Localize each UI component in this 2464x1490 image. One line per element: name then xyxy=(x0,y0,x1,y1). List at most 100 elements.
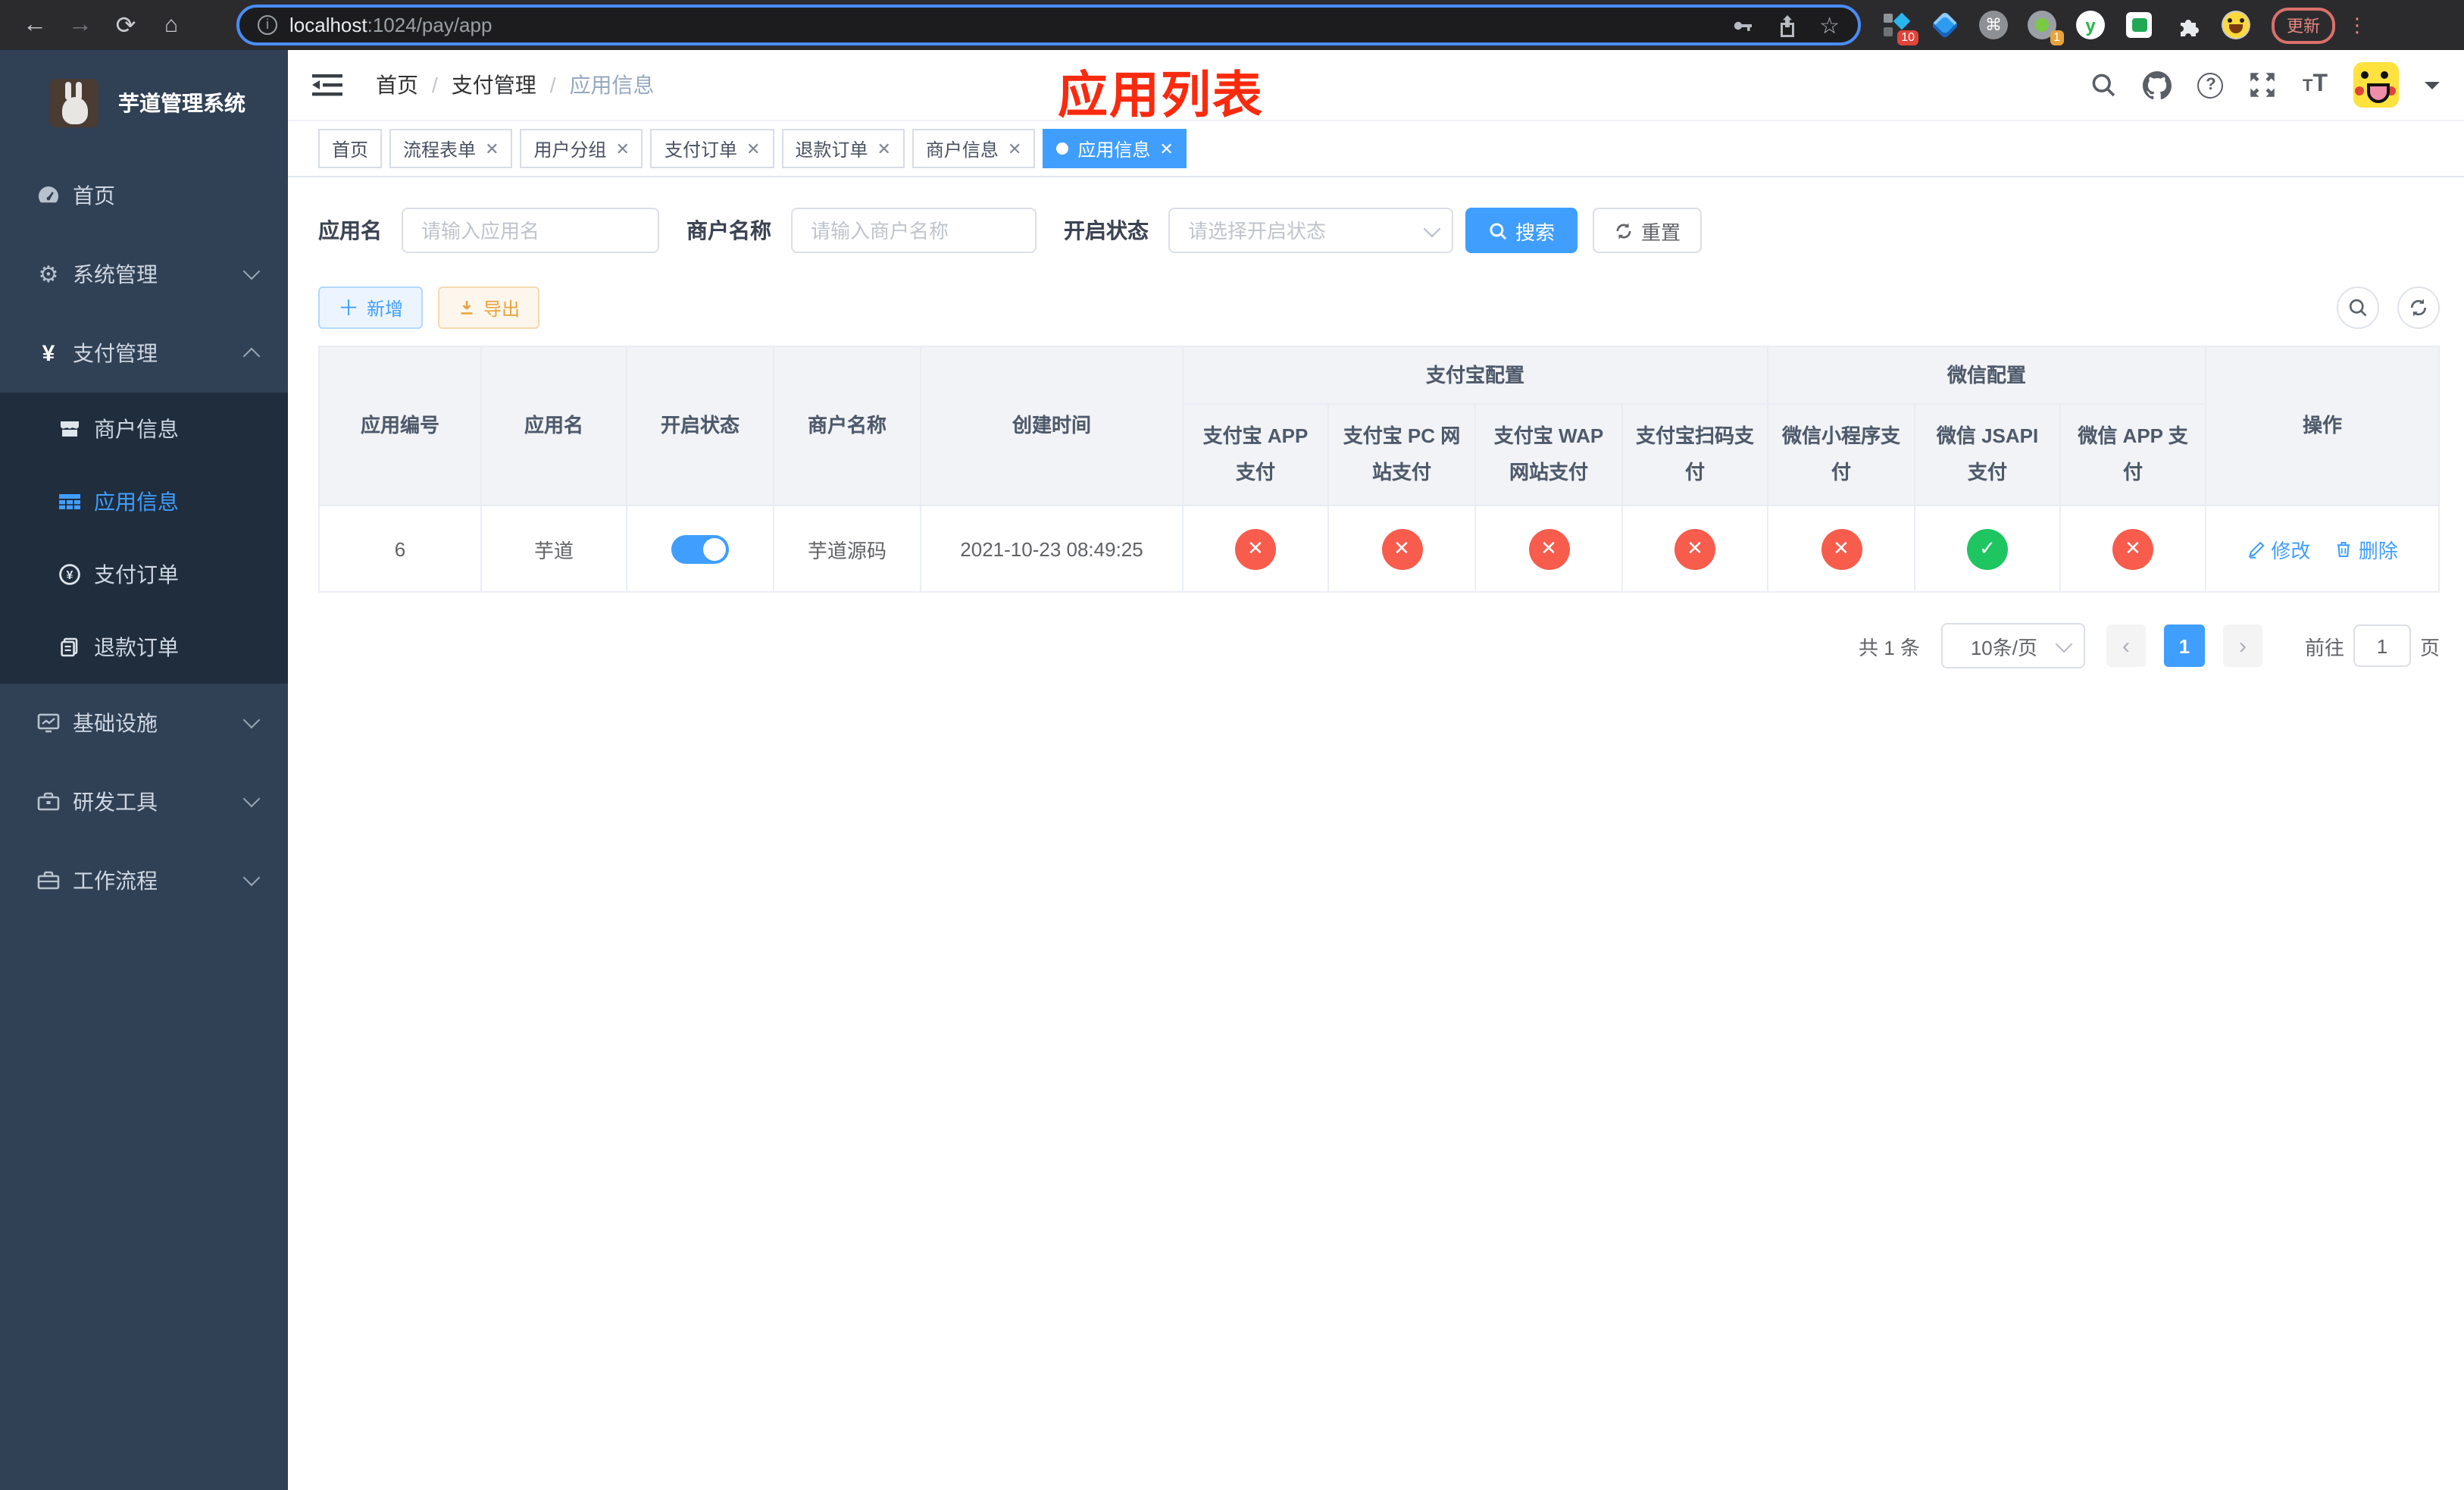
sidebar-item-payment[interactable]: ¥ 支付管理 xyxy=(0,314,288,393)
col-app-name: 应用名 xyxy=(480,346,627,506)
prev-page-button[interactable]: ‹ xyxy=(2106,624,2146,667)
plus-icon: ＋ xyxy=(338,296,359,320)
logo-avatar xyxy=(50,79,98,127)
tags-bar: 首页 流程表单 ✕ 用户分组 ✕ 支付订单 ✕ 退款订单 ✕ 商户信息 ✕ 应用信息 ✕ xyxy=(288,121,2464,177)
merchant-name-label: 商户名称 xyxy=(686,218,771,243)
app-table: 应用编号 应用名 开启状态 商户名称 创建时间 支付宝配置 微信配置 操作 支付… xyxy=(318,346,2441,593)
add-button[interactable]: ＋ 新增 xyxy=(318,286,424,329)
sidebar-item-refund-order[interactable]: 退款订单 xyxy=(0,611,288,684)
search-icon[interactable] xyxy=(2090,71,2118,99)
close-icon[interactable]: ✕ xyxy=(485,139,499,158)
toolbox-icon xyxy=(36,790,61,814)
col-ops: 操作 xyxy=(2205,346,2441,506)
status-select[interactable] xyxy=(1168,208,1453,253)
breadcrumb-payment[interactable]: 支付管理 xyxy=(452,70,536,100)
extension-puzzle-icon[interactable] xyxy=(2173,11,2202,39)
status-alipay-pc-icon: ✕ xyxy=(1381,528,1422,569)
close-icon[interactable]: ✕ xyxy=(746,139,760,158)
col-group-alipay: 支付宝配置 xyxy=(1181,346,1769,405)
status-select-input[interactable] xyxy=(1168,208,1453,253)
search-button[interactable]: 搜索 xyxy=(1465,208,1578,253)
github-icon[interactable] xyxy=(2143,70,2172,99)
password-key-icon[interactable] xyxy=(1730,13,1754,37)
page-number[interactable]: 1 xyxy=(2163,624,2205,667)
close-icon[interactable]: ✕ xyxy=(877,139,890,158)
tag-refund-order[interactable]: 退款订单 ✕ xyxy=(781,129,905,168)
cell-app-id: 6 xyxy=(318,505,482,593)
cell-created: 2021-10-23 08:49:25 xyxy=(920,505,1184,593)
next-page-button[interactable]: › xyxy=(2222,624,2262,667)
avatar-dropdown-icon[interactable] xyxy=(2425,81,2440,96)
sidebar-item-home[interactable]: 首页 xyxy=(0,156,288,235)
logo[interactable]: 芋道管理系统 xyxy=(0,50,288,156)
avatar[interactable] xyxy=(2353,62,2399,108)
status-switch[interactable] xyxy=(671,534,729,563)
chevron-down-icon xyxy=(242,711,261,729)
tag-merchant-info[interactable]: 商户信息 ✕ xyxy=(911,129,1036,168)
status-alipay-app-icon: ✕ xyxy=(1235,528,1276,569)
reload-icon[interactable]: ⟳ xyxy=(103,10,149,40)
edit-button[interactable]: 修改 xyxy=(2247,534,2310,563)
extension-gem-icon[interactable] xyxy=(1931,11,1959,39)
app-name-input[interactable] xyxy=(402,208,659,253)
col-alipay-wap: 支付宝 WAP 网站支付 xyxy=(1474,403,1623,506)
fullscreen-icon[interactable] xyxy=(2250,71,2277,99)
sidebar-item-workflow[interactable]: 工作流程 xyxy=(0,841,288,920)
page-size-select[interactable] xyxy=(1940,623,2085,668)
breadcrumb: 首页 / 支付管理 / 应用信息 xyxy=(376,70,655,100)
close-icon[interactable]: ✕ xyxy=(1008,139,1021,158)
extension-command-icon[interactable]: ⌘ xyxy=(1979,11,2008,39)
refresh-button[interactable] xyxy=(2397,286,2440,329)
sidebar-item-devtools[interactable]: 研发工具 xyxy=(0,762,288,841)
tag-process-form[interactable]: 流程表单 ✕ xyxy=(389,129,513,168)
chevron-up-icon xyxy=(242,347,261,365)
toggle-search-button[interactable] xyxy=(2337,286,2379,329)
browser-update-button[interactable]: 更新 xyxy=(2272,7,2335,43)
breadcrumb-current: 应用信息 xyxy=(569,73,655,97)
extension-chat-icon[interactable] xyxy=(2125,11,2153,39)
goto-page-input[interactable] xyxy=(2353,624,2411,667)
close-icon[interactable]: ✕ xyxy=(616,139,630,158)
export-button[interactable]: 导出 xyxy=(438,286,540,329)
delete-button[interactable]: 删除 xyxy=(2334,534,2398,563)
monitor-icon xyxy=(36,711,61,735)
sidebar-item-system[interactable]: ⚙ 系统管理 xyxy=(0,235,288,314)
tag-pay-order[interactable]: 支付订单 ✕ xyxy=(650,129,774,168)
sidebar-item-app-info[interactable]: 应用信息 xyxy=(0,465,288,538)
back-icon[interactable]: ← xyxy=(12,11,58,39)
bookmark-star-icon[interactable]: ☆ xyxy=(1819,11,1840,39)
tag-app-info[interactable]: 应用信息 ✕ xyxy=(1043,129,1187,168)
url-text: localhost:1024/pay/app xyxy=(289,14,492,36)
extension-emoji-icon[interactable] xyxy=(2222,11,2250,39)
chevron-down-icon xyxy=(242,869,261,887)
sidebar-item-merchant-info[interactable]: 商户信息 xyxy=(0,393,288,465)
extension-proxy-icon[interactable]: 1 xyxy=(2028,11,2064,45)
grid-icon xyxy=(58,490,82,514)
extension-tampermonkey-icon[interactable]: 10 xyxy=(1882,11,1918,45)
share-icon[interactable] xyxy=(1775,13,1798,37)
breadcrumb-home[interactable]: 首页 xyxy=(376,70,418,100)
chevron-down-icon xyxy=(242,262,261,280)
tag-user-group[interactable]: 用户分组 ✕ xyxy=(520,129,643,168)
svg-text:¥: ¥ xyxy=(67,569,73,582)
sidebar-toggle-icon[interactable] xyxy=(312,73,342,97)
help-icon[interactable]: ? xyxy=(2197,72,2224,98)
font-size-icon[interactable]: TT xyxy=(2303,72,2328,97)
site-info-icon[interactable]: i xyxy=(258,15,277,35)
reset-button[interactable]: 重置 xyxy=(1593,208,1703,253)
browser-menu-icon[interactable]: ⋮ xyxy=(2347,15,2367,35)
sidebar-item-pay-order[interactable]: ¥ 支付订单 xyxy=(0,538,288,611)
gear-icon: ⚙ xyxy=(38,262,59,288)
col-alipay-pc: 支付宝 PC 网站支付 xyxy=(1327,403,1476,506)
tag-home[interactable]: 首页 xyxy=(318,129,383,168)
page-size-value[interactable] xyxy=(1940,623,2085,668)
close-icon[interactable]: ✕ xyxy=(1159,139,1173,158)
address-bar[interactable]: i localhost:1024/pay/app ☆ xyxy=(236,5,1861,45)
home-icon[interactable]: ⌂ xyxy=(149,12,194,38)
forward-icon[interactable]: → xyxy=(58,11,103,39)
col-alipay-qr: 支付宝扫码支付 xyxy=(1621,403,1769,506)
extension-badge: 1 xyxy=(2050,30,2064,45)
sidebar-item-infra[interactable]: 基础设施 xyxy=(0,684,288,762)
extension-y-icon[interactable]: y xyxy=(2076,11,2105,39)
merchant-name-input[interactable] xyxy=(791,208,1037,253)
